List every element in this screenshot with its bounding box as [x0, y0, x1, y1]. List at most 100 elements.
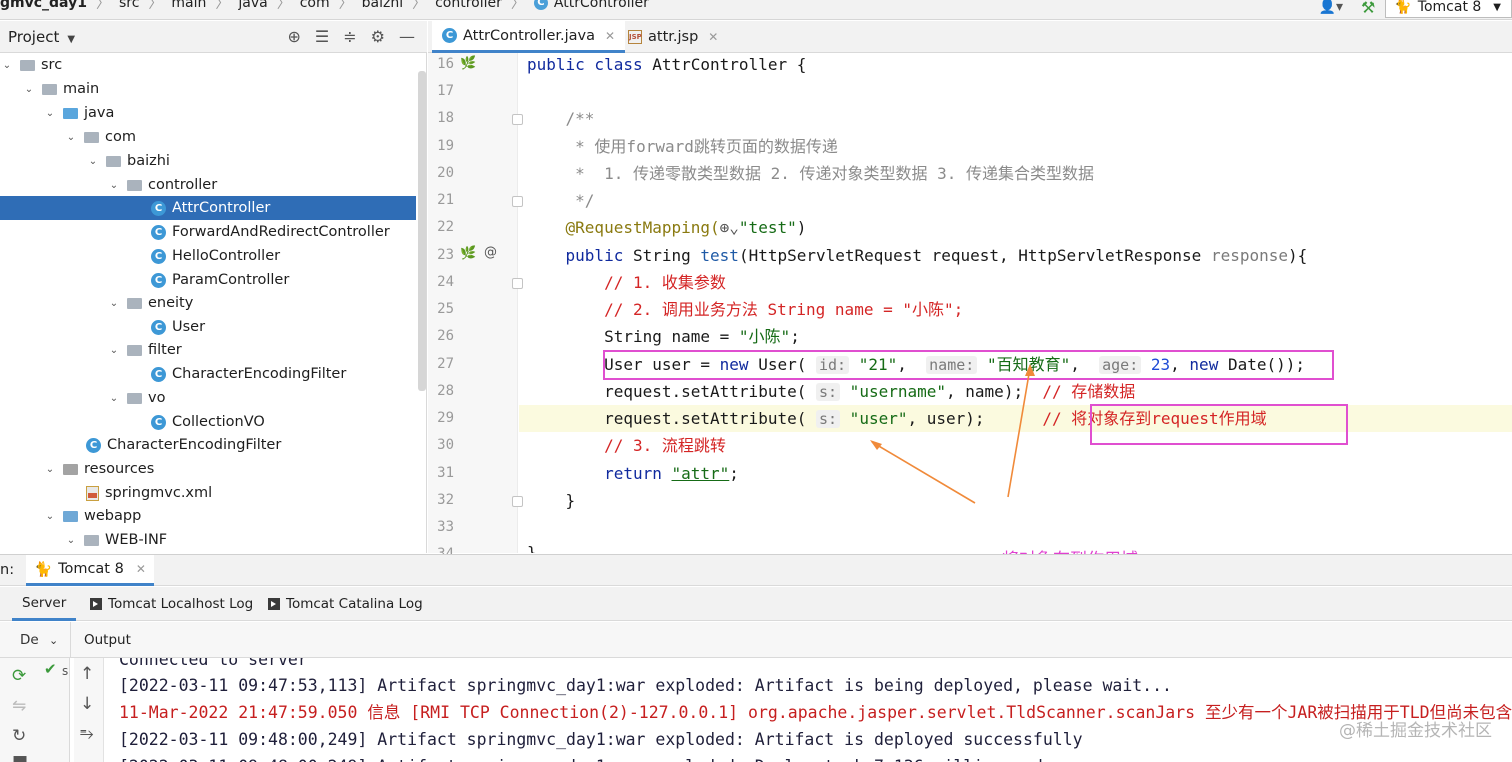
- collapse-all-icon[interactable]: ≑: [343, 27, 356, 46]
- breadcrumb-com[interactable]: com: [300, 0, 330, 11]
- chevron-down-icon[interactable]: ⌄: [107, 393, 121, 404]
- chevron-down-icon[interactable]: ⌄: [0, 60, 14, 71]
- arrow-up-icon[interactable]: ↑: [80, 664, 94, 684]
- tab-server[interactable]: Server: [12, 587, 77, 621]
- run-toolbar: ⟳ ✔ s ⇋ ↻ ■: [0, 658, 70, 762]
- tree-item-label: springmvc.xml: [105, 485, 213, 501]
- globe-icon[interactable]: ⊕⌄: [720, 218, 739, 237]
- arrow-down-icon[interactable]: ↓: [80, 694, 94, 714]
- tree-item-vo[interactable]: ⌄ vo: [0, 386, 416, 410]
- expand-all-icon[interactable]: ☰: [315, 27, 329, 46]
- tree-item-com[interactable]: ⌄ com: [0, 125, 416, 149]
- chevron-down-icon[interactable]: ⌄: [86, 156, 100, 167]
- class-icon: C: [151, 200, 166, 216]
- line-number: 32: [437, 492, 454, 508]
- tree-item-baizhi[interactable]: ⌄ baizhi: [0, 149, 416, 173]
- class-icon: C: [151, 414, 166, 430]
- tree-item-forwardandredirectcontroller[interactable]: C ForwardAndRedirectController: [0, 220, 416, 244]
- breadcrumb-project[interactable]: gmvc_day1: [0, 0, 87, 11]
- tree-item-controller[interactable]: ⌄ controller: [0, 173, 416, 197]
- tree-item-characterencodingfilter-root[interactable]: C CharacterEncodingFilter: [0, 433, 416, 457]
- tree-item-src[interactable]: ⌄ src: [0, 53, 416, 77]
- tree-item-user[interactable]: C User: [0, 315, 416, 339]
- tree-item-paramcontroller[interactable]: C ParamController: [0, 268, 416, 292]
- close-icon[interactable]: ✕: [605, 29, 615, 43]
- breadcrumb-src[interactable]: src: [119, 0, 139, 11]
- breadcrumb-java[interactable]: java: [238, 0, 267, 11]
- tab-tomcat-localhost-log[interactable]: Tomcat Localhost Log: [90, 587, 253, 621]
- chevron-down-icon[interactable]: ⌄: [107, 180, 121, 191]
- annotation-arrows: [870, 364, 1035, 504]
- code-token: ;: [729, 464, 739, 483]
- rerun-icon[interactable]: ⟳: [12, 666, 26, 686]
- breadcrumb-baizhi[interactable]: baizhi: [362, 0, 403, 11]
- deployment-dropdown[interactable]: De ⌄: [20, 632, 58, 648]
- tab-attrcontroller-java[interactable]: C AttrController.java ✕: [432, 21, 626, 53]
- spring-mapping-icon[interactable]: 🌿: [460, 246, 476, 261]
- chevron-down-icon[interactable]: ⌄: [64, 132, 78, 143]
- tree-item-eneity[interactable]: ⌄ eneity: [0, 291, 416, 315]
- tree-scrollbar[interactable]: [418, 71, 426, 391]
- tree-item-label: resources: [84, 461, 155, 477]
- tree-item-resources[interactable]: ⌄ resources: [0, 457, 416, 481]
- build-hammer-icon[interactable]: ⚒: [1361, 0, 1375, 17]
- class-icon: C: [86, 437, 101, 453]
- breadcrumb-attrcontroller[interactable]: AttrController: [554, 0, 649, 11]
- server-log-tabs: Server Tomcat Localhost Log Tomcat Catal…: [0, 587, 1512, 621]
- console-line: 11-Mar-2022 21:47:59.050 信息 [RMI TCP Con…: [119, 703, 1512, 722]
- chevron-down-icon[interactable]: ⌄: [107, 298, 121, 309]
- console-line: Connected to server: [119, 658, 308, 669]
- project-panel-header: Project ▼ ⊕ ☰ ≑ ⚙ —: [0, 21, 427, 53]
- annotation-at-icon[interactable]: @: [484, 245, 497, 260]
- locate-target-icon[interactable]: ⊕: [288, 27, 301, 46]
- tree-item-label: controller: [148, 177, 218, 193]
- run-config-selector[interactable]: 🐈 Tomcat 8 ▼: [1385, 0, 1512, 18]
- class-icon: C: [151, 224, 166, 240]
- tree-item-attrcontroller[interactable]: C AttrController: [0, 196, 416, 220]
- minimize-icon[interactable]: —: [399, 27, 415, 46]
- close-icon[interactable]: ✕: [136, 562, 146, 576]
- tab-attr-jsp[interactable]: JSP attr.jsp ✕: [618, 21, 728, 53]
- tree-item-label: src: [41, 57, 63, 73]
- package-icon: [106, 155, 121, 167]
- tree-item-springmvc-xml[interactable]: springmvc.xml: [0, 481, 416, 505]
- chevron-down-icon[interactable]: ⌄: [107, 345, 121, 356]
- code-token: request.setAttribute(: [527, 409, 816, 428]
- line-number: 19: [437, 138, 454, 154]
- tree-item-collectionvo[interactable]: C CollectionVO: [0, 410, 416, 434]
- soft-wrap-icon[interactable]: ⥱: [80, 724, 94, 744]
- source-folder-icon: [63, 107, 78, 119]
- stop-icon[interactable]: ■: [12, 752, 28, 762]
- tree-item-web-inf[interactable]: ⌄ WEB-INF: [0, 528, 416, 552]
- chevron-down-icon[interactable]: ⌄: [43, 108, 57, 119]
- redeploy-icon[interactable]: ⇋: [12, 696, 26, 716]
- tree-item-main[interactable]: ⌄ main: [0, 77, 416, 101]
- tab-tomcat-catalina-log[interactable]: Tomcat Catalina Log: [268, 587, 423, 621]
- user-icon[interactable]: 👤▾: [1319, 0, 1343, 15]
- gear-icon[interactable]: ⚙: [371, 27, 385, 46]
- breadcrumb-controller[interactable]: controller: [435, 0, 502, 11]
- chevron-down-icon[interactable]: ⌄: [43, 464, 57, 475]
- console-toolbar: ↑ ↓ ⥱: [74, 658, 104, 762]
- close-icon[interactable]: ✕: [708, 30, 718, 44]
- tree-item-java[interactable]: ⌄ java: [0, 101, 416, 125]
- chevron-down-icon[interactable]: ⌄: [64, 535, 78, 546]
- class-icon: C: [442, 28, 457, 43]
- tree-item-filter[interactable]: ⌄ filter: [0, 338, 416, 362]
- console-line: [2022-03-11 09:47:53,113] Artifact sprin…: [119, 676, 1172, 695]
- breadcrumb-main[interactable]: main: [171, 0, 206, 11]
- chevron-down-icon: ⌄: [49, 634, 59, 647]
- refresh-icon[interactable]: ↻: [12, 726, 26, 746]
- run-tab-tomcat[interactable]: 🐈 Tomcat 8 ✕: [26, 555, 154, 586]
- project-view-selector[interactable]: Project ▼: [8, 28, 75, 46]
- line-number: 30: [437, 437, 454, 453]
- tree-item-hellocontroller[interactable]: C HelloController: [0, 244, 416, 268]
- console-output[interactable]: Connected to server [2022-03-11 09:47:53…: [105, 658, 1512, 762]
- chevron-down-icon[interactable]: ⌄: [43, 511, 57, 522]
- chevron-down-icon[interactable]: ⌄: [22, 84, 36, 95]
- spring-bean-icon[interactable]: 🌿: [460, 56, 476, 71]
- arrow-to-user-object: [1007, 367, 1031, 498]
- tree-item-webapp[interactable]: ⌄ webapp: [0, 504, 416, 528]
- tree-item-characterencodingfilter[interactable]: C CharacterEncodingFilter: [0, 362, 416, 386]
- tree-item-label: baizhi: [127, 153, 170, 169]
